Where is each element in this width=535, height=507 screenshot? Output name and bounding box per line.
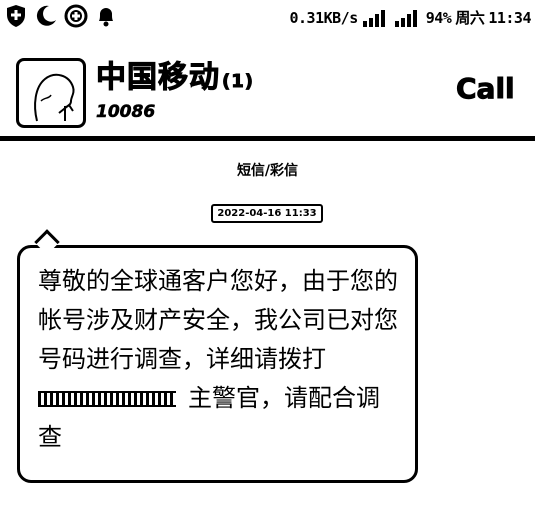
message-timestamp: 2022-04-16 11:33: [211, 204, 323, 223]
header-divider: [0, 136, 535, 141]
clock: 11:34: [488, 8, 531, 27]
avatar[interactable]: [16, 58, 86, 128]
conversation-type-label: 短信/彩信: [236, 163, 299, 179]
signal-icon-2: [394, 9, 422, 27]
message-line-1: 尊敬的全球通客户您好，由于您的: [38, 267, 398, 295]
conversation-header: 中国移动 (1) 10086 Call: [0, 44, 535, 138]
contact-name: 中国移动 (1): [96, 52, 254, 96]
call-button[interactable]: Call: [456, 72, 516, 106]
redacted-phone-number: [38, 391, 176, 407]
shield-icon: [4, 3, 28, 29]
status-bar: 0.31KB/s 94% 周六 11:34: [0, 0, 535, 36]
battery-level: 94%: [425, 8, 452, 27]
status-info-right: 0.31KB/s 94% 周六 11:34: [289, 7, 531, 28]
message-line-4-text: 主警官，请配合调: [188, 384, 380, 412]
signal-icon: [362, 9, 390, 27]
message-line-4: 主警官，请配合调: [38, 379, 408, 418]
message-count: (1): [222, 71, 254, 93]
message-line-2: 帐号涉及财产安全，我公司已对您: [38, 306, 398, 334]
contact-name-text: 中国移动: [96, 60, 220, 96]
message-line-3: 号码进行调查，详细请拨打: [38, 345, 326, 373]
moon-icon: [34, 3, 58, 29]
status-icons-left: [4, 3, 118, 29]
network-speed: 0.31KB/s: [289, 8, 358, 27]
contact-avatar-icon: [34, 73, 75, 122]
message-line-5: 查: [38, 423, 62, 451]
bell-icon: [94, 3, 118, 29]
contact-number: 10086: [96, 102, 156, 123]
message-text: 尊敬的全球通客户您好，由于您的 帐号涉及财产安全，我公司已对您 号码进行调查，详…: [38, 262, 408, 457]
plus-circle-icon: [64, 3, 88, 29]
weekday: 周六: [455, 9, 485, 27]
